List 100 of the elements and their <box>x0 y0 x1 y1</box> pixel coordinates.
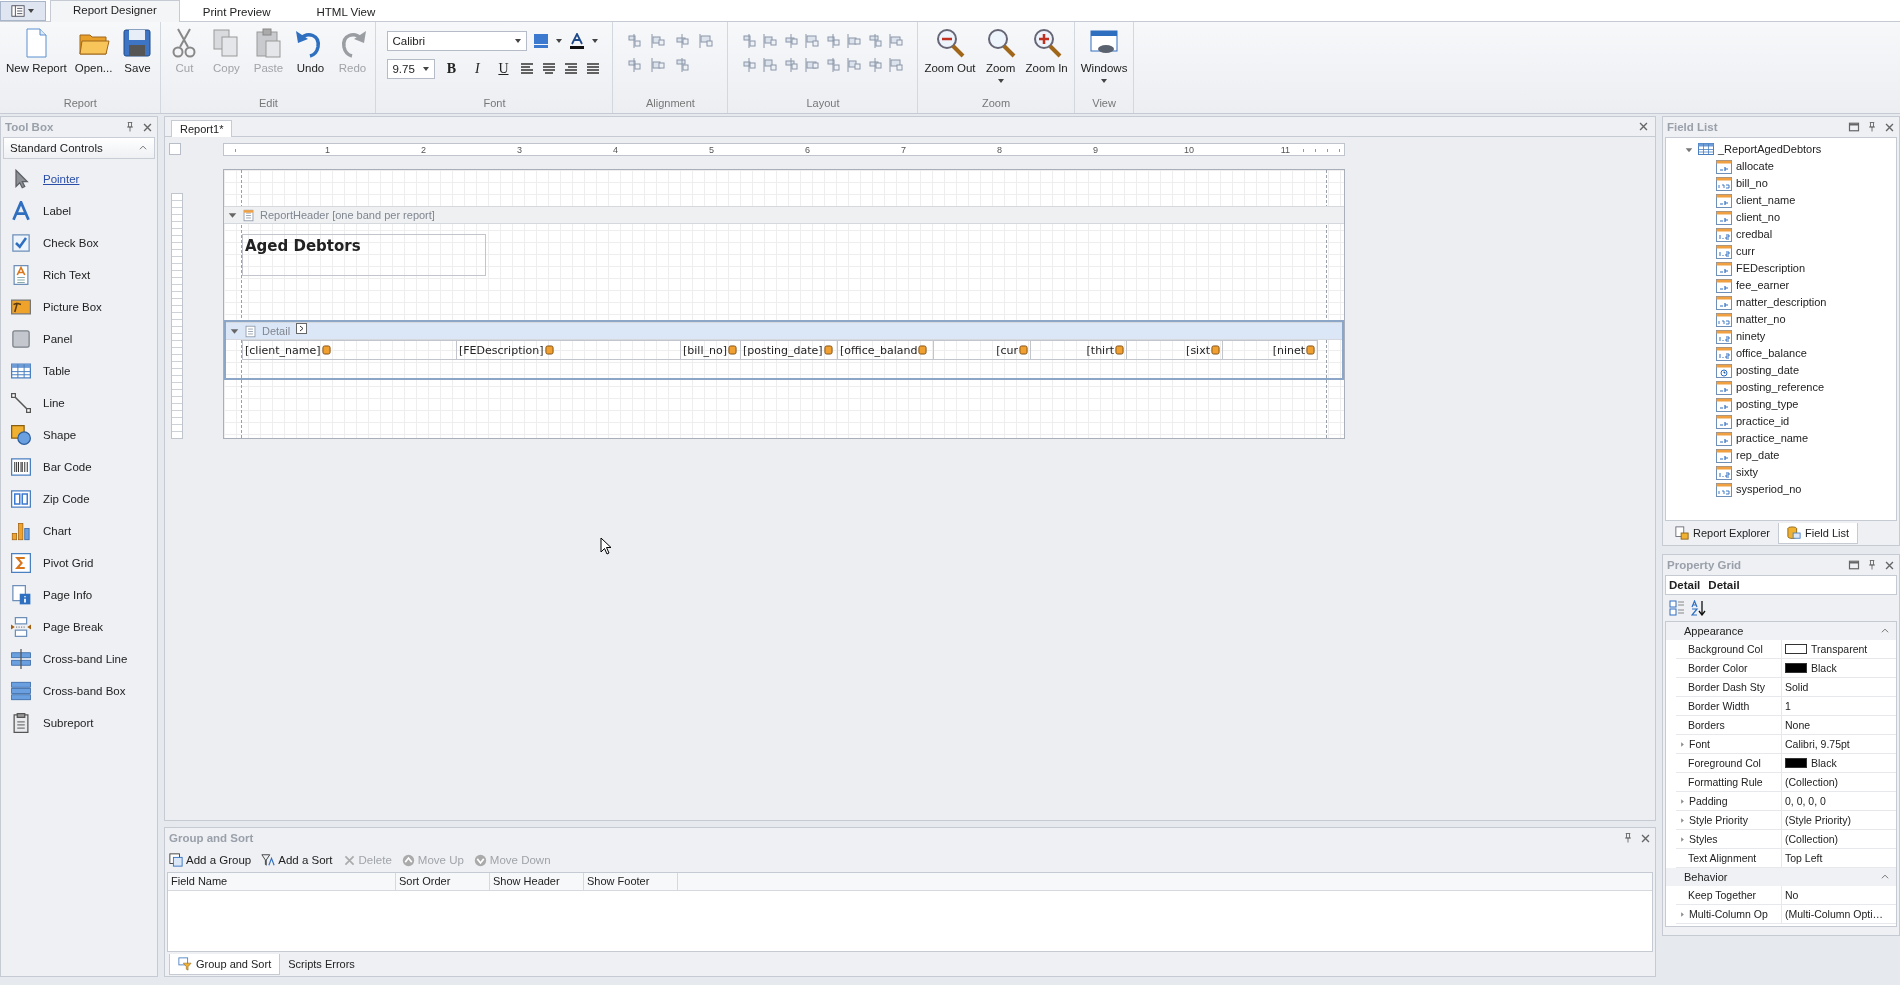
toolbox-item[interactable]: Page Break <box>43 621 104 633</box>
toolbar-button[interactable]: Add a Sort <box>261 853 333 867</box>
align-icon[interactable] <box>650 57 667 73</box>
collapse-chevron-icon[interactable] <box>138 143 148 153</box>
ribbon-tab[interactable]: HTML View <box>293 2 399 21</box>
font-size-dropdown[interactable]: 9.75 <box>387 59 436 79</box>
tree-item[interactable]: client_name <box>1736 193 1796 206</box>
toolbox-item[interactable]: Pointer <box>43 173 80 185</box>
layout-icon[interactable] <box>741 57 758 73</box>
toolbox-item[interactable]: Label <box>43 205 72 217</box>
layout-icon[interactable] <box>804 33 821 49</box>
layout-icon[interactable] <box>804 57 821 73</box>
ribbon-tab[interactable]: Print Preview <box>179 2 294 21</box>
font-style-button[interactable]: I <box>467 59 488 79</box>
property-value[interactable]: None <box>1785 719 1811 731</box>
tree-item[interactable]: sysperiod_no <box>1736 482 1802 495</box>
data-field[interactable]: [FEDescription] <box>456 340 680 360</box>
pin-icon[interactable] <box>1866 559 1878 571</box>
font-name-dropdown[interactable]: Calibri <box>387 31 528 51</box>
text-align-icon[interactable] <box>563 61 580 77</box>
layout-icon[interactable] <box>741 33 758 49</box>
toolbox-item[interactable]: Subreport <box>43 717 94 729</box>
align-icon[interactable] <box>650 33 667 49</box>
toolbox-item[interactable]: Pivot Grid <box>43 557 94 569</box>
report-band[interactable]: ReportHeader [one band per report] Aged Debtors <box>224 206 1344 320</box>
panel-tab[interactable]: Group and Sort <box>169 953 281 975</box>
align-icon[interactable] <box>674 33 691 49</box>
toolbox-category-header[interactable]: Standard Controls <box>3 137 155 159</box>
layout-icon[interactable] <box>762 57 779 73</box>
property-value[interactable]: Solid <box>1785 681 1809 693</box>
toolbox-item[interactable]: Table <box>43 365 71 377</box>
close-icon[interactable] <box>1884 121 1895 133</box>
property-category[interactable]: Behavior <box>1684 871 1728 883</box>
ribbon-button[interactable]: New Report <box>3 25 70 76</box>
tree-item[interactable]: credbal <box>1736 227 1773 240</box>
layout-icon[interactable] <box>846 57 863 73</box>
smart-tag-icon[interactable] <box>296 323 308 334</box>
property-value[interactable]: 1 <box>1785 700 1791 712</box>
expander-icon[interactable] <box>1679 816 1686 824</box>
ribbon-button[interactable]: Zoom In <box>1022 25 1071 76</box>
tree-item[interactable]: curr <box>1736 244 1755 257</box>
text-align-icon[interactable] <box>541 61 558 77</box>
expander-icon[interactable] <box>1679 740 1686 748</box>
layout-icon[interactable] <box>762 33 779 49</box>
text-align-icon[interactable] <box>519 61 536 77</box>
close-icon[interactable] <box>1884 559 1895 571</box>
sort-alphabetical-icon[interactable] <box>1691 600 1707 616</box>
toolbox-item[interactable]: Picture Box <box>43 301 102 313</box>
data-field[interactable]: [posting_date] <box>740 340 837 360</box>
collapse-chevron-icon[interactable] <box>1880 626 1890 636</box>
toolbox-item[interactable]: Check Box <box>43 237 99 249</box>
maximize-icon[interactable] <box>1848 121 1860 133</box>
layout-icon[interactable] <box>888 57 905 73</box>
align-icon[interactable] <box>626 57 643 73</box>
tree-item[interactable]: FEDescription <box>1736 261 1806 274</box>
column-header[interactable]: Field Name <box>168 873 396 890</box>
ribbon-button[interactable]: Zoom Out <box>921 25 979 76</box>
column-header[interactable]: Sort Order <box>396 873 490 890</box>
tree-item[interactable]: matter_description <box>1736 295 1827 308</box>
toolbox-item[interactable]: Page Info <box>43 589 93 601</box>
column-header[interactable]: Show Header <box>490 873 584 890</box>
ribbon-button[interactable]: Windows <box>1077 25 1131 87</box>
application-menu-button[interactable] <box>0 1 46 21</box>
property-value[interactable]: Calibri, 9.75pt <box>1785 738 1850 750</box>
text-align-icon[interactable] <box>585 61 602 77</box>
tree-item[interactable]: allocate <box>1736 159 1774 172</box>
data-field[interactable]: [cur <box>933 340 1030 360</box>
close-icon[interactable] <box>1638 121 1649 132</box>
property-value[interactable]: (Style Priority) <box>1785 814 1851 826</box>
tree-item[interactable]: posting_type <box>1736 397 1799 410</box>
collapse-chevron-icon[interactable] <box>1880 872 1890 882</box>
expander-icon[interactable] <box>1679 835 1686 843</box>
toolbox-item[interactable]: Line <box>43 397 65 409</box>
toolbox-item[interactable]: Chart <box>43 525 72 537</box>
tree-item[interactable]: posting_reference <box>1736 380 1825 393</box>
property-value[interactable]: Black <box>1811 757 1837 769</box>
data-field[interactable]: [bill_no] <box>680 340 740 360</box>
layout-icon[interactable] <box>888 33 905 49</box>
layout-icon[interactable] <box>867 33 884 49</box>
align-icon[interactable] <box>626 33 643 49</box>
property-value[interactable]: (Collection) <box>1785 833 1839 845</box>
data-field[interactable]: [thirt <box>1030 340 1126 360</box>
toolbox-item[interactable]: Cross-band Line <box>43 653 128 665</box>
data-field[interactable]: [sixt <box>1126 340 1222 360</box>
pin-icon[interactable] <box>124 121 136 133</box>
property-category[interactable]: Appearance <box>1684 625 1744 637</box>
tree-item[interactable]: posting_date <box>1736 363 1799 376</box>
pin-icon[interactable] <box>1866 121 1878 133</box>
column-header[interactable]: Show Footer <box>584 873 678 890</box>
tree-item[interactable]: sixty <box>1736 465 1758 478</box>
align-icon[interactable] <box>698 33 715 49</box>
ribbon-button[interactable]: Zoom <box>980 25 1021 87</box>
tree-item[interactable]: practice_name <box>1736 431 1809 444</box>
property-value[interactable]: Black <box>1811 662 1837 674</box>
close-icon[interactable] <box>1640 832 1651 844</box>
toolbar-button[interactable]: Add a Group <box>169 853 252 867</box>
ribbon-button[interactable]: Open... <box>71 25 116 76</box>
tree-item[interactable]: client_no <box>1736 210 1781 223</box>
property-value[interactable]: (Multi-Column Opti… <box>1785 908 1884 920</box>
collapse-triangle-icon[interactable] <box>228 210 237 220</box>
